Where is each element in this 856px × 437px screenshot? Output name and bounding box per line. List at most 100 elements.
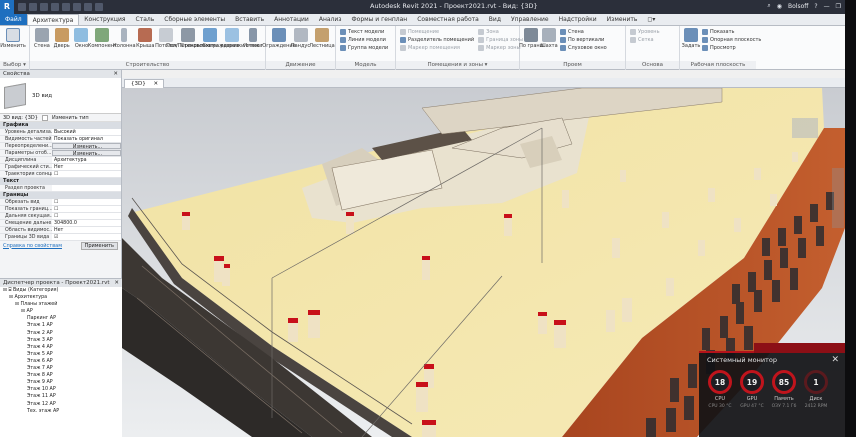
- model-line-button[interactable]: Линия модели: [340, 37, 388, 43]
- browser-tree-item[interactable]: ⊟ Планы этажей: [0, 301, 122, 308]
- tab-file[interactable]: Файл: [0, 14, 27, 25]
- level-button[interactable]: Уровень: [630, 29, 660, 35]
- curtain-grid-button[interactable]: Схема разрезки стены: [202, 28, 262, 49]
- component-button[interactable]: Компонент: [88, 28, 117, 49]
- grid-button[interactable]: Сетка: [630, 37, 660, 43]
- viewer-button[interactable]: Просмотр: [702, 45, 761, 51]
- mullion-button[interactable]: Импост: [243, 28, 263, 49]
- browser-tree-item[interactable]: Этаж 7 АР: [0, 365, 122, 372]
- property-section[interactable]: Текст: [0, 178, 121, 185]
- apply-button[interactable]: Применить: [80, 241, 118, 250]
- measure-icon[interactable]: [73, 3, 81, 11]
- close-icon[interactable]: ✕: [831, 355, 839, 365]
- ref-plane-button[interactable]: Опорная плоскость: [702, 37, 761, 43]
- browser-tree-item[interactable]: Этаж 8 АР: [0, 372, 122, 379]
- browser-tree-item[interactable]: Тех. этаж АР: [0, 408, 122, 415]
- help-icon[interactable]: ?: [814, 3, 817, 10]
- close-icon[interactable]: ✕: [114, 279, 119, 287]
- property-section[interactable]: Графика: [0, 122, 121, 129]
- tab-analyze[interactable]: Анализ: [314, 14, 347, 25]
- tab-insert[interactable]: Вставить: [230, 14, 269, 25]
- view-cube[interactable]: [792, 118, 818, 138]
- print-icon[interactable]: [62, 3, 70, 11]
- browser-tree-item[interactable]: Этаж 11 АР: [0, 393, 122, 400]
- by-face-button[interactable]: По грани: [519, 28, 543, 49]
- chevron-down-icon[interactable]: [41, 114, 48, 121]
- tab-manage[interactable]: Управление: [506, 14, 554, 25]
- user-name[interactable]: Bolsoff: [788, 3, 808, 10]
- browser-tree-item[interactable]: ⊟ ⌸ Виды (Категория): [0, 287, 122, 294]
- group-label-room[interactable]: Помещения и зоны ▾: [396, 61, 519, 69]
- property-value[interactable]: Нет: [52, 227, 121, 233]
- browser-tree-item[interactable]: Паркинг АР: [0, 315, 122, 322]
- browser-tree-item[interactable]: Этаж 5 АР: [0, 351, 122, 358]
- property-value[interactable]: ☑: [52, 234, 121, 240]
- shaft-button[interactable]: Шахта: [540, 28, 558, 49]
- property-edit-button[interactable]: Изменить...: [52, 150, 121, 156]
- tag-area-button[interactable]: Маркер зоны: [478, 45, 523, 51]
- close-icon[interactable]: ✕: [153, 81, 158, 87]
- set-workplane-button[interactable]: Задать: [682, 28, 700, 49]
- close-icon[interactable]: ✕: [113, 70, 118, 78]
- property-value[interactable]: Архитектура: [52, 157, 121, 163]
- tab-more[interactable]: ◻▾: [642, 14, 660, 25]
- roof-button[interactable]: Крыша: [135, 28, 155, 49]
- browser-tree-item[interactable]: Этаж 4 АР: [0, 344, 122, 351]
- browser-tree-item[interactable]: Этаж 1 АР: [0, 322, 122, 329]
- property-section[interactable]: Границы: [0, 192, 121, 199]
- railing-button[interactable]: Ограждение: [262, 28, 296, 49]
- system-monitor-widget[interactable]: Системный монитор ✕ 18 CPU CPU 30 °C 19 …: [699, 343, 845, 437]
- room-button[interactable]: Помещение: [400, 29, 474, 35]
- redo-icon[interactable]: [51, 3, 59, 11]
- view-tab-3d[interactable]: {3D} ✕: [124, 79, 164, 88]
- tag-room-button[interactable]: Маркер помещения: [400, 45, 474, 51]
- property-edit-button[interactable]: Изменить...: [52, 143, 121, 149]
- wall-button[interactable]: Стена: [32, 28, 52, 49]
- properties-help-link[interactable]: Справка по свойствам: [3, 243, 62, 249]
- wall-opening-button[interactable]: Стена: [560, 29, 607, 35]
- maximize-icon[interactable]: ❐: [836, 3, 841, 10]
- property-value[interactable]: ☐: [52, 206, 121, 212]
- model-text-button[interactable]: Текст модели: [340, 29, 388, 35]
- door-button[interactable]: Дверь: [52, 28, 72, 49]
- app-logo[interactable]: R: [0, 0, 14, 14]
- show-workplane-button[interactable]: Показать: [702, 29, 761, 35]
- tab-structure[interactable]: Конструкция: [79, 14, 130, 25]
- modify-button[interactable]: Изменить: [0, 28, 26, 49]
- minimize-icon[interactable]: —: [824, 3, 830, 10]
- tab-precast[interactable]: Сборные элементы: [159, 14, 230, 25]
- open-icon[interactable]: [18, 3, 26, 11]
- vertical-opening-button[interactable]: По вертикали: [560, 37, 607, 43]
- browser-tree-item[interactable]: Этаж 10 АР: [0, 386, 122, 393]
- dormer-button[interactable]: Слуховое окно: [560, 45, 607, 51]
- tab-addins[interactable]: Надстройки: [554, 14, 602, 25]
- browser-tree-item[interactable]: Этаж 6 АР: [0, 358, 122, 365]
- area-boundary-button[interactable]: Граница зоны: [478, 37, 523, 43]
- property-value[interactable]: ☐: [52, 171, 121, 177]
- tab-steel[interactable]: Сталь: [131, 14, 160, 25]
- save-icon[interactable]: [29, 3, 37, 11]
- property-value[interactable]: Показать оригинал: [52, 136, 121, 142]
- tab-massing[interactable]: Формы и генплан: [346, 14, 412, 25]
- tab-annotate[interactable]: Аннотации: [269, 14, 314, 25]
- room-separator-button[interactable]: Разделитель помещений: [400, 37, 474, 43]
- edit-type-button[interactable]: Изменить тип: [52, 115, 89, 121]
- property-value[interactable]: ☐: [52, 213, 121, 219]
- property-value[interactable]: Высокий: [52, 129, 121, 135]
- browser-tree-item[interactable]: Этаж 3 АР: [0, 337, 122, 344]
- property-value[interactable]: [52, 185, 121, 191]
- text-icon[interactable]: [84, 3, 92, 11]
- model-group-button[interactable]: Группа модели: [340, 45, 388, 51]
- tab-view[interactable]: Вид: [484, 14, 506, 25]
- property-value[interactable]: ☐: [52, 199, 121, 205]
- browser-tree-item[interactable]: Этаж 9 АР: [0, 379, 122, 386]
- tab-collaborate[interactable]: Совместная работа: [412, 14, 484, 25]
- tab-architecture[interactable]: Архитектура: [26, 14, 80, 25]
- search-icon[interactable]: ⌕: [767, 2, 770, 10]
- instance-selector[interactable]: 3D вид: {3D}: [3, 115, 38, 121]
- browser-tree-item[interactable]: ⊟ АР: [0, 308, 122, 315]
- group-label-select[interactable]: Выбор ▾: [0, 61, 29, 69]
- tab-modify[interactable]: Изменить: [602, 14, 643, 25]
- stair-button[interactable]: Лестница: [309, 28, 335, 49]
- browser-tree-item[interactable]: Этаж 12 АР: [0, 401, 122, 408]
